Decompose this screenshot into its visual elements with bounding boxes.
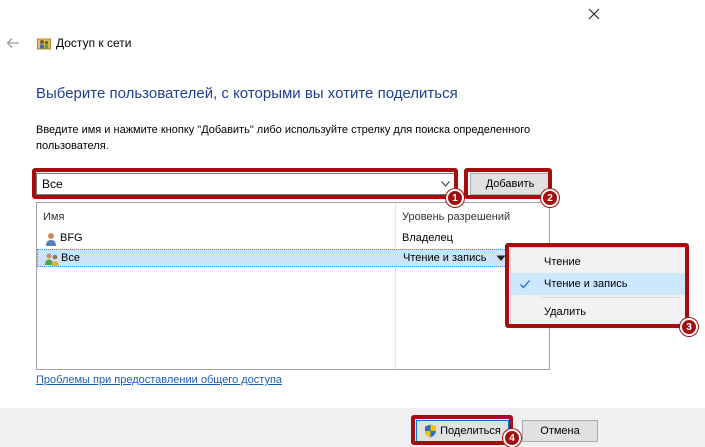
- user-permission: Владелец: [402, 232, 453, 244]
- back-button[interactable]: [4, 34, 22, 52]
- column-header-permission[interactable]: Уровень разрешений: [402, 211, 510, 223]
- instruction-text: Введите имя и нажмите кнопку "Добавить" …: [36, 124, 531, 152]
- list-item[interactable]: BFG Владелец: [37, 230, 549, 248]
- network-share-icon: [37, 36, 51, 50]
- page-heading: Выберите пользователей, с которыми вы хо…: [36, 85, 458, 102]
- user-name: BFG: [60, 232, 83, 244]
- close-icon: [588, 8, 600, 20]
- user-name: Все: [61, 252, 80, 264]
- annotation-box-2: [464, 168, 552, 199]
- annotation-box-4: [411, 415, 513, 445]
- group-icon: [44, 251, 60, 267]
- user-permission: Чтение и запись: [403, 252, 487, 264]
- cancel-button[interactable]: Отмена: [522, 420, 598, 442]
- problems-link[interactable]: Проблемы при предоставлении общего досту…: [36, 374, 282, 386]
- annotation-box-1: [32, 168, 458, 199]
- list-item[interactable]: Все Чтение и запись: [37, 249, 549, 267]
- annotation-badge-2: 2: [541, 189, 559, 207]
- close-button[interactable]: [572, 0, 616, 28]
- column-header-name[interactable]: Имя: [43, 211, 64, 223]
- back-arrow-icon: [6, 38, 19, 48]
- users-list[interactable]: Имя Уровень разрешений BFG Владелец Все …: [36, 202, 550, 370]
- annotation-badge-4: 4: [503, 429, 521, 447]
- annotation-badge-1: 1: [446, 189, 464, 207]
- column-divider: [395, 203, 396, 369]
- user-icon: [43, 231, 59, 247]
- annotation-badge-3: 3: [680, 318, 698, 336]
- footer-bar: [0, 408, 705, 447]
- window-title: Доступ к сети: [56, 36, 132, 50]
- annotation-box-3: [505, 243, 689, 328]
